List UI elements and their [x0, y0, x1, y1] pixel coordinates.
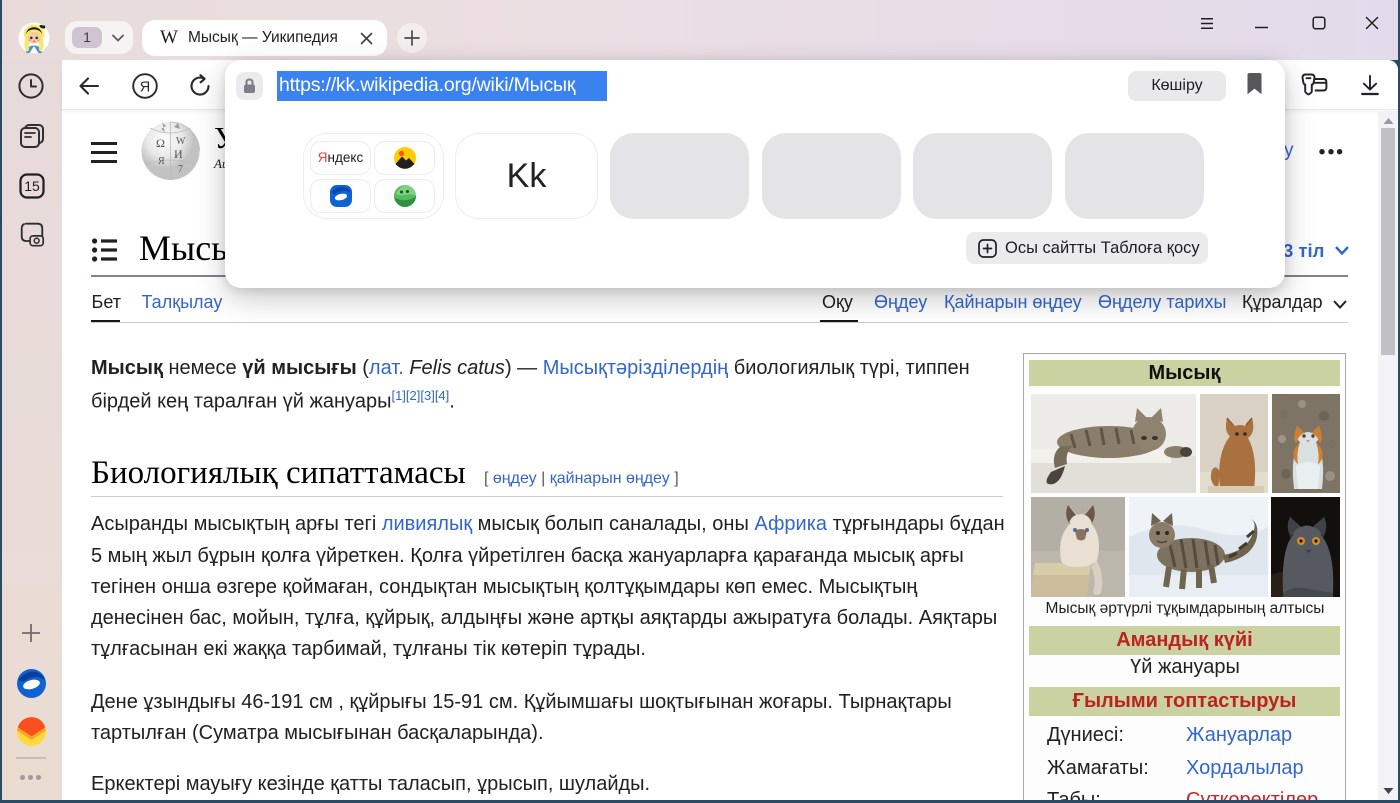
svg-text:7: 7 — [178, 164, 183, 175]
svg-text:Ω: Ω — [156, 136, 165, 150]
svg-text:W: W — [176, 136, 186, 147]
svg-text:Я: Я — [158, 156, 165, 167]
svg-text:15: 15 — [24, 178, 40, 194]
svg-text:Я: Я — [140, 79, 150, 95]
svg-text:И: И — [174, 147, 183, 161]
